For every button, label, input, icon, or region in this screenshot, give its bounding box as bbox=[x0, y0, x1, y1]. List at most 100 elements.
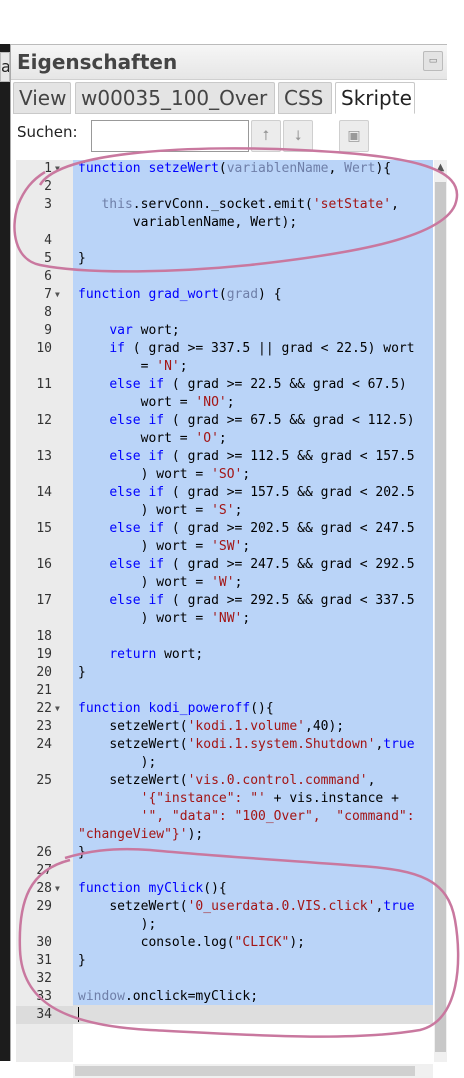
line-number: 9 bbox=[44, 323, 52, 338]
line-number: 6 bbox=[44, 269, 52, 284]
code-line[interactable]: 25 setzeWert('vis.0.control.command', '{… bbox=[16, 772, 433, 844]
line-number: 12 bbox=[36, 413, 52, 428]
code-text: var wort; bbox=[109, 323, 180, 338]
fold-arrow-icon[interactable]: ▼ bbox=[55, 160, 60, 178]
code-text: setzeWert('kodi.1.system.Shutdown',true … bbox=[78, 737, 415, 770]
tab-w00035-100-over[interactable]: w00035_100_Over bbox=[75, 82, 275, 114]
line-number: 34 bbox=[36, 1007, 52, 1022]
code-line[interactable]: 7 ▼ function grad_wort(grad) { bbox=[16, 286, 433, 304]
line-number: 3 bbox=[44, 197, 52, 212]
code-text: else if ( grad >= 292.5 && grad < 337.5 … bbox=[109, 593, 415, 626]
code-line[interactable]: 9 var wort; bbox=[16, 322, 433, 340]
line-number: 8 bbox=[44, 305, 52, 320]
code-line[interactable]: 11 else if ( grad >= 22.5 && grad < 67.5… bbox=[16, 376, 433, 412]
code-line[interactable]: 17 else if ( grad >= 292.5 && grad < 337… bbox=[16, 592, 433, 628]
code-text: this.servConn._socket.emit('setState', v… bbox=[101, 197, 399, 230]
line-number: 18 bbox=[36, 629, 52, 644]
save-icon[interactable]: ▣ bbox=[339, 120, 369, 152]
code-line[interactable]: 24 setzeWert('kodi.1.system.Shutdown',tr… bbox=[16, 736, 433, 772]
code-text: setzeWert('vis.0.control.command', '{"in… bbox=[78, 773, 415, 842]
code-text: else if ( grad >= 157.5 && grad < 202.5 … bbox=[109, 485, 415, 518]
line-number: 5 bbox=[44, 251, 52, 266]
code-text bbox=[78, 1006, 427, 1024]
scroll-up-icon[interactable]: ▲ bbox=[434, 162, 447, 173]
code-text: console.log("CLICK"); bbox=[78, 935, 305, 950]
code-text: return wort; bbox=[109, 647, 204, 662]
code-line[interactable]: 15 else if ( grad >= 202.5 && grad < 247… bbox=[16, 520, 433, 556]
code-line[interactable]: 4 bbox=[16, 232, 433, 250]
line-number: 28 bbox=[36, 881, 52, 896]
code-line[interactable]: 2 bbox=[16, 178, 433, 196]
left-edge-label: a bbox=[0, 52, 10, 82]
code-editor[interactable]: 1 ▼ function setzeWert(variablenName, Wert… bbox=[16, 160, 433, 1062]
code-text: else if ( grad >= 67.5 && grad < 112.5) … bbox=[109, 413, 415, 446]
vertical-scrollbar[interactable]: ▲ bbox=[434, 160, 447, 1062]
arrow-down-icon[interactable]: ⭣ bbox=[283, 120, 313, 152]
code-line[interactable]: 16 else if ( grad >= 247.5 && grad < 292… bbox=[16, 556, 433, 592]
line-number: 11 bbox=[36, 377, 52, 392]
fold-arrow-icon[interactable]: ▼ bbox=[55, 700, 60, 718]
arrow-up-icon[interactable]: ⭡ bbox=[251, 120, 281, 152]
code-line[interactable]: 5} bbox=[16, 250, 433, 268]
code-line[interactable]: 29 setzeWert('0_userdata.0.VIS.click',tr… bbox=[16, 898, 433, 934]
tab-css[interactable]: CSS bbox=[278, 82, 332, 114]
code-line[interactable]: 21 bbox=[16, 682, 433, 700]
code-text: function myClick(){ bbox=[78, 881, 227, 896]
panel-title: Eigenschaften bbox=[17, 50, 178, 74]
code-line[interactable]: 26} bbox=[16, 844, 433, 862]
scrollbar-thumb[interactable] bbox=[435, 182, 446, 1052]
line-number: 33 bbox=[36, 989, 52, 1004]
line-number: 30 bbox=[36, 935, 52, 950]
code-line[interactable]: 27 bbox=[16, 862, 433, 880]
code-line[interactable]: 13 else if ( grad >= 112.5 && grad < 157… bbox=[16, 448, 433, 484]
line-number: 25 bbox=[36, 773, 52, 788]
code-line[interactable]: 6 bbox=[16, 268, 433, 286]
code-line[interactable]: 34 bbox=[16, 1006, 433, 1024]
code-line[interactable]: 3 this.servConn._socket.emit('setState',… bbox=[16, 196, 433, 232]
code-line[interactable]: 10 if ( grad >= 337.5 || grad < 22.5) wo… bbox=[16, 340, 433, 376]
tab-bar: View w00035_100_Over CSS Skripte bbox=[11, 82, 447, 115]
code-line[interactable]: 31} bbox=[16, 952, 433, 970]
line-number: 4 bbox=[44, 233, 52, 248]
code-text: else if ( grad >= 22.5 && grad < 67.5) w… bbox=[109, 377, 407, 410]
fold-arrow-icon[interactable]: ▼ bbox=[55, 880, 60, 898]
tab-view[interactable]: View bbox=[13, 82, 71, 114]
code-line[interactable]: 1 ▼ function setzeWert(variablenName, Wert… bbox=[16, 160, 433, 178]
code-line[interactable]: 14 else if ( grad >= 157.5 && grad < 202… bbox=[16, 484, 433, 520]
code-text: } bbox=[78, 845, 86, 860]
tab-skripte[interactable]: Skripte bbox=[335, 82, 415, 114]
horizontal-scrollbar[interactable] bbox=[73, 1064, 433, 1078]
collapse-icon[interactable]: ▭ bbox=[423, 51, 443, 71]
line-number: 1 bbox=[44, 161, 52, 176]
line-number: 32 bbox=[36, 971, 52, 986]
line-number: 26 bbox=[36, 845, 52, 860]
search-input[interactable] bbox=[91, 120, 249, 152]
code-line[interactable]: 33 window.onclick=myClick; bbox=[16, 988, 433, 1006]
code-line[interactable]: 30 console.log("CLICK"); bbox=[16, 934, 433, 952]
code-line[interactable]: 12 else if ( grad >= 67.5 && grad < 112.… bbox=[16, 412, 433, 448]
code-line[interactable]: 28 ▼ function myClick(){ bbox=[16, 880, 433, 898]
line-number: 7 bbox=[44, 287, 52, 302]
code-line[interactable]: 32 bbox=[16, 970, 433, 988]
line-number: 2 bbox=[44, 179, 52, 194]
horizontal-scrollbar-thumb[interactable] bbox=[75, 1066, 415, 1076]
code-line[interactable]: 19 return wort; bbox=[16, 646, 433, 664]
code-line[interactable]: 20} bbox=[16, 664, 433, 682]
code-line[interactable]: 8 bbox=[16, 304, 433, 322]
code-line[interactable]: 23 setzeWert('kodi.1.volume',40); bbox=[16, 718, 433, 736]
code-line[interactable]: 22 ▼ function kodi_poweroff(){ bbox=[16, 700, 433, 718]
code-text: else if ( grad >= 247.5 && grad < 292.5 … bbox=[109, 557, 415, 590]
search-row: Suchen: ⭡ ⭣ ▣ bbox=[11, 117, 447, 157]
line-number: 15 bbox=[36, 521, 52, 536]
line-number: 16 bbox=[36, 557, 52, 572]
code-line[interactable]: 18 bbox=[16, 628, 433, 646]
panel-titlebar: Eigenschaften ▭ bbox=[11, 45, 447, 80]
fold-arrow-icon[interactable]: ▼ bbox=[55, 286, 60, 304]
